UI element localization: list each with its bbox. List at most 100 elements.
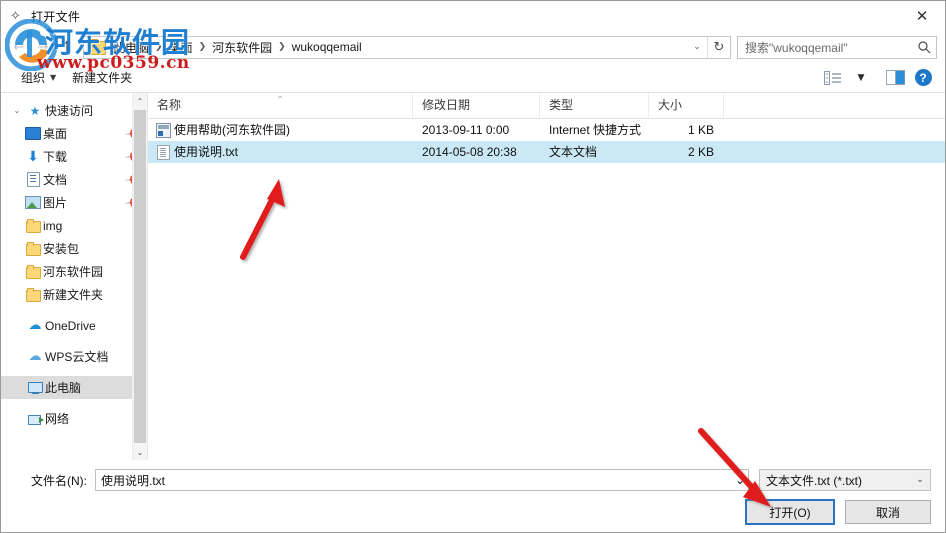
cancel-button[interactable]: 取消 — [845, 500, 931, 524]
organize-label: 组织 — [21, 71, 46, 85]
scroll-down-icon[interactable]: ⌄ — [133, 444, 147, 460]
breadcrumb-separator: ❯ — [198, 42, 207, 52]
close-icon[interactable]: ✕ — [899, 1, 945, 31]
breadcrumb-separator: ❯ — [155, 42, 163, 52]
new-folder-label: 新建文件夹 — [72, 71, 133, 85]
file-list-pane: 名称 ⌃ 修改日期 类型 大小 使用帮助(河东软件园) 2013-09-11 0… — [148, 93, 945, 460]
chevron-down-icon: ▼ — [50, 73, 57, 82]
column-header-row: 名称 ⌃ 修改日期 类型 大小 — [148, 93, 945, 119]
navigation-bar: ← → ↑ 此电脑 ❯ 桌面 ❯ 河东软件园 ❯ wukoqqemail ⌄ ↻… — [1, 31, 945, 63]
file-name-label: 使用说明.txt — [174, 145, 239, 159]
column-header-date[interactable]: 修改日期 — [413, 93, 540, 118]
internet-shortcut-icon — [152, 122, 174, 138]
sidebar-item-onedrive[interactable]: ☁ OneDrive — [1, 314, 147, 337]
filename-row: 文件名(N): 使用说明.txt ⌄ 文本文件.txt (*.txt) ⌄ — [15, 460, 931, 494]
address-bar[interactable]: 此电脑 ❯ 桌面 ❯ 河东软件园 ❯ wukoqqemail ⌄ ↻ — [83, 35, 731, 59]
sidebar-item-label: 网络 — [45, 412, 70, 426]
preview-pane-icon[interactable] — [881, 66, 909, 90]
open-file-dialog: ✧ 打开文件 ✕ ← → ↑ 此电脑 ❯ 桌面 ❯ 河东软件园 ❯ wukoqq… — [0, 0, 946, 533]
filename-input[interactable]: 使用说明.txt ⌄ — [95, 469, 749, 491]
sidebar-item-label: 下载 — [43, 150, 68, 164]
search-input[interactable]: 搜索"wukoqqemail" — [737, 35, 937, 59]
sidebar-item-desktop[interactable]: 桌面 📌 — [1, 122, 147, 145]
breadcrumb-item-1[interactable]: 桌面 — [164, 38, 198, 57]
sidebar-item-label: 安装包 — [43, 242, 80, 256]
help-icon[interactable]: ? — [909, 66, 937, 90]
file-size-cell: 2 KB — [687, 145, 714, 159]
sidebar-item-this-pc[interactable]: 此电脑 — [1, 376, 147, 399]
title-bar: ✧ 打开文件 ✕ — [1, 1, 945, 31]
back-arrow-icon[interactable]: ← — [7, 35, 31, 59]
filetype-select[interactable]: 文本文件.txt (*.txt) ⌄ — [759, 469, 931, 491]
organize-button[interactable]: 组织 ▼ — [13, 67, 64, 89]
chevron-down-icon[interactable]: ⌄ — [727, 473, 748, 487]
sidebar-item-new-folder[interactable]: 新建文件夹 — [1, 283, 147, 306]
chevron-down-icon: ⌄ — [916, 475, 924, 485]
pictures-icon — [23, 196, 43, 209]
file-type-cell: Internet 快捷方式 — [549, 123, 642, 137]
chevron-down-icon[interactable]: ⌄ — [9, 106, 25, 115]
file-type-cell: 文本文档 — [549, 145, 598, 159]
star-icon: ★ — [29, 103, 41, 118]
sidebar-item-wps-cloud[interactable]: ☁ WPS云文档 — [1, 345, 147, 368]
dialog-body: ⌄ ★ 快速访问 桌面 📌 ⬇ 下载 📌 文档 📌 — [1, 93, 945, 460]
sidebar-item-documents[interactable]: 文档 📌 — [1, 168, 147, 191]
up-arrow-icon[interactable]: ↑ — [55, 35, 79, 59]
view-options-chevron-down-icon[interactable]: ▼ — [847, 66, 875, 90]
sidebar-item-pictures[interactable]: 图片 📌 — [1, 191, 147, 214]
sparkle-icon: ✧ — [10, 8, 21, 23]
search-placeholder: 搜索"wukoqqemail" — [745, 40, 848, 55]
cloud-icon: ☁ — [28, 349, 42, 364]
filetype-value: 文本文件.txt (*.txt) — [766, 473, 863, 488]
desktop-icon — [23, 127, 43, 140]
sidebar-item-network[interactable]: 网络 — [1, 407, 147, 430]
scroll-up-icon[interactable]: ⌃ — [133, 93, 147, 109]
list-view-icon[interactable] — [819, 66, 847, 90]
document-icon — [23, 172, 43, 187]
sidebar-item-label: OneDrive — [45, 318, 96, 333]
table-row[interactable]: 使用帮助(河东软件园) 2013-09-11 0:00 Internet 快捷方… — [148, 119, 945, 141]
column-header-size[interactable]: 大小 — [649, 93, 724, 118]
forward-arrow-icon[interactable]: → — [31, 35, 55, 59]
sidebar-item-label: 河东软件园 — [43, 265, 104, 279]
search-icon[interactable] — [912, 40, 936, 54]
address-bar-controls: ⌄ ↻ — [687, 36, 730, 58]
column-header-name[interactable]: 名称 ⌃ — [148, 93, 413, 118]
refresh-icon[interactable]: ↻ — [707, 36, 730, 58]
sidebar-item-label: 快速访问 — [45, 104, 94, 118]
file-date-cell: 2014-05-08 20:38 — [422, 145, 517, 159]
text-file-icon — [152, 144, 174, 160]
table-row[interactable]: 使用说明.txt 2014-05-08 20:38 文本文档 2 KB — [148, 141, 945, 163]
sort-ascending-icon: ⌃ — [276, 95, 285, 106]
sidebar-item-hedong[interactable]: 河东软件园 — [1, 260, 147, 283]
column-header-type[interactable]: 类型 — [540, 93, 649, 118]
scrollbar-thumb[interactable] — [134, 110, 146, 443]
sidebar-item-downloads[interactable]: ⬇ 下载 📌 — [1, 145, 147, 168]
open-button[interactable]: 打开(O) — [745, 499, 835, 525]
breadcrumb-item-3[interactable]: wukoqqemail — [287, 39, 367, 55]
file-size-cell: 1 KB — [687, 123, 714, 137]
breadcrumb-item-0[interactable]: 此电脑 — [108, 38, 154, 57]
sidebar-item-label: 图片 — [43, 196, 68, 210]
sidebar-scrollbar[interactable]: ⌃ ⌄ — [132, 93, 147, 460]
new-folder-button[interactable]: 新建文件夹 — [64, 67, 140, 89]
sidebar-item-label: 新建文件夹 — [43, 288, 104, 302]
chevron-down-icon-glyph: ▼ — [857, 72, 865, 83]
folder-icon — [23, 241, 43, 256]
sidebar-item-quick-access[interactable]: ⌄ ★ 快速访问 — [1, 99, 147, 122]
breadcrumb-item-2[interactable]: 河东软件园 — [207, 38, 277, 57]
download-icon: ⬇ — [27, 148, 39, 165]
navigation-pane: ⌄ ★ 快速访问 桌面 📌 ⬇ 下载 📌 文档 📌 — [1, 93, 148, 460]
chevron-down-icon[interactable]: ⌄ — [687, 37, 707, 58]
sidebar-item-install-package[interactable]: 安装包 — [1, 237, 147, 260]
folder-icon — [23, 264, 43, 279]
sidebar-item-label: 此电脑 — [45, 381, 82, 395]
sidebar-item-label: img — [43, 218, 63, 233]
button-row: 打开(O) 取消 — [15, 494, 931, 527]
onedrive-icon: ☁ — [28, 318, 42, 333]
command-toolbar: 组织 ▼ 新建文件夹 ▼ ? — [1, 63, 945, 93]
file-name-label: 使用帮助(河东软件园) — [174, 123, 290, 137]
sidebar-item-img[interactable]: img — [1, 214, 147, 237]
